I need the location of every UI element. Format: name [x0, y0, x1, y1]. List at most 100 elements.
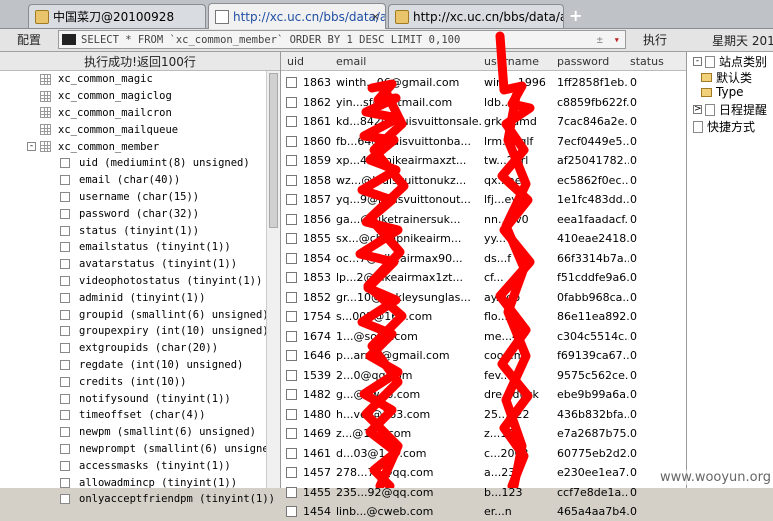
- table-row[interactable]: 1861 kd...842@louisvuittonsale... grk...am…: [281, 111, 686, 131]
- column-checkbox[interactable]: [60, 359, 70, 370]
- tree-table-item[interactable]: xc_common_magic: [0, 71, 266, 88]
- table-row[interactable]: 1863 winth...06@gmail.com wint...1996 1ff28…: [281, 72, 686, 92]
- column-checkbox[interactable]: [60, 443, 70, 454]
- column-checkbox[interactable]: [60, 393, 70, 404]
- header-username[interactable]: username: [484, 55, 539, 68]
- tree-column-item[interactable]: regdate (int(10) unsigned): [0, 357, 266, 374]
- tab-url-second[interactable]: http://xc.uc.cn/bbs/data/att...: [388, 4, 564, 28]
- row-checkbox[interactable]: [286, 389, 297, 400]
- tree-column-item[interactable]: groupexpiry (int(10) unsigned): [0, 323, 269, 340]
- tree-column-item[interactable]: allowadmincp (tinyint(1)): [0, 474, 266, 491]
- row-checkbox[interactable]: [286, 194, 297, 205]
- tree-table-item-expanded[interactable]: - xc_common_member: [0, 138, 266, 155]
- tab-caidao[interactable]: 中国菜刀@20100928: [28, 4, 206, 28]
- site-tree-item[interactable]: - 站点类别: [693, 53, 767, 70]
- header-email[interactable]: email: [336, 55, 366, 68]
- tree-column-item[interactable]: timeoffset (char(4)): [0, 407, 266, 424]
- site-tree-item[interactable]: > 日程提醒: [693, 101, 767, 118]
- row-checkbox[interactable]: [286, 408, 297, 420]
- row-checkbox[interactable]: [286, 96, 297, 108]
- tree-column-item[interactable]: password (char(32)): [0, 205, 266, 222]
- table-row[interactable]: 1855 sx...@cheapnikeairm... yy...v 410eae24…: [281, 228, 686, 248]
- row-checkbox[interactable]: [286, 330, 297, 342]
- row-checkbox[interactable]: [286, 369, 297, 381]
- table-row[interactable]: 1854 oc...7@nikeairmax90... ds...f 66f3314b…: [281, 248, 686, 268]
- tree-column-item[interactable]: extgroupids (char(20)): [0, 340, 266, 357]
- tree-column-item[interactable]: email (char(40)): [0, 172, 266, 189]
- row-checkbox[interactable]: [286, 428, 297, 439]
- config-button[interactable]: 配置: [2, 30, 56, 49]
- table-row[interactable]: 1856 ga...@niketrainersuk... nn...ov0 eea1f…: [281, 209, 686, 229]
- row-checkbox[interactable]: [286, 506, 297, 517]
- row-checkbox[interactable]: [286, 291, 297, 303]
- row-checkbox[interactable]: [286, 252, 297, 264]
- plus-minus-icon[interactable]: ±: [597, 34, 603, 46]
- column-checkbox[interactable]: [60, 376, 70, 387]
- row-checkbox[interactable]: [286, 311, 297, 322]
- row-checkbox[interactable]: [286, 467, 297, 478]
- table-row[interactable]: 1860 fb...64@louisvuittonba... lrm...aqlf 7…: [281, 131, 686, 151]
- header-status[interactable]: status: [630, 55, 664, 68]
- column-checkbox[interactable]: [60, 275, 70, 286]
- tree-column-item[interactable]: groupid (smallint(6) unsigned): [0, 306, 269, 323]
- table-row[interactable]: 1857 yq...9@louisvuittonout... lfj...ey 1e1…: [281, 189, 686, 209]
- table-row[interactable]: 1852 gr...10@oakleysunglas... ay...gb 0fabb…: [281, 287, 686, 307]
- column-checkbox[interactable]: [60, 191, 70, 202]
- table-row[interactable]: 1853 lp...2@nikeairmax1zt... cf... f51cddfe…: [281, 267, 686, 287]
- close-icon[interactable]: ×: [371, 10, 380, 23]
- row-checkbox[interactable]: [286, 272, 297, 283]
- tree-column-item[interactable]: username (char(15)): [0, 189, 266, 206]
- expand-icon[interactable]: >: [693, 105, 702, 114]
- table-row[interactable]: 1859 xp...43@nikeairmaxzt... tw...2hrl af25…: [281, 150, 686, 170]
- column-checkbox[interactable]: [60, 494, 70, 505]
- column-checkbox[interactable]: [60, 158, 70, 169]
- table-row[interactable]: 1461 d...03@126.com c...2003 60775eb2d2...0: [281, 443, 686, 463]
- table-row[interactable]: 1539 2...0@qq.com fev... 9575c562ce... 0: [281, 365, 686, 385]
- collapse-icon[interactable]: -: [27, 142, 36, 152]
- table-row[interactable]: 1754 s...002@163.com flo...n 86e11ea892... 0: [281, 306, 686, 326]
- column-checkbox[interactable]: [60, 259, 70, 270]
- table-row[interactable]: 1646 p...arms@gmail.com coo...mi f69139ca67…: [281, 345, 686, 365]
- tree-column-item[interactable]: adminid (tinyint(1)): [0, 289, 266, 306]
- row-checkbox[interactable]: [286, 155, 297, 166]
- chevron-down-icon[interactable]: ▾: [614, 34, 620, 46]
- tree-table-item[interactable]: xc_common_mailcron: [0, 105, 266, 122]
- tree-column-item[interactable]: avatarstatus (tinyint(1)): [0, 256, 266, 273]
- tree-table-item[interactable]: xc_common_magiclog: [0, 88, 266, 105]
- tree-column-item[interactable]: newpm (smallint(6) unsigned): [0, 424, 266, 441]
- column-checkbox[interactable]: [60, 225, 70, 236]
- tree-column-item[interactable]: status (tinyint(1)): [0, 222, 266, 239]
- tree-column-item[interactable]: notifysound (tinyint(1)): [0, 390, 266, 407]
- row-checkbox[interactable]: [286, 77, 297, 88]
- column-checkbox[interactable]: [60, 477, 70, 488]
- table-row[interactable]: 1858 wz...@louisvuittonukz... qx...aez ec58…: [281, 170, 686, 190]
- tree-column-item[interactable]: credits (int(10)): [0, 373, 266, 390]
- row-checkbox[interactable]: [286, 174, 297, 186]
- tree-column-item[interactable]: emailstatus (tinyint(1)): [0, 239, 266, 256]
- row-checkbox[interactable]: [286, 135, 297, 147]
- site-tree-item[interactable]: 快捷方式: [693, 118, 755, 135]
- column-checkbox[interactable]: [60, 410, 70, 421]
- column-checkbox[interactable]: [60, 175, 70, 186]
- tree-scrollbar[interactable]: [266, 71, 280, 488]
- row-checkbox[interactable]: [286, 116, 297, 127]
- tree-column-item[interactable]: accessmasks (tinyint(1)): [0, 457, 266, 474]
- row-checkbox[interactable]: [286, 233, 297, 244]
- table-row[interactable]: 1457 278...73@qq.com a...233 e230ee1ea7... 0: [281, 462, 686, 482]
- tree-column-item[interactable]: uid (mediumint(8) unsigned): [0, 155, 266, 172]
- site-tree-item[interactable]: 默认类: [701, 69, 752, 86]
- table-row[interactable]: 1480 h...ver@163.com 25...422 436b832bfa...…: [281, 404, 686, 424]
- table-row[interactable]: 1454 linb...@cweb.com er...n 465a4aa7b4... 0: [281, 501, 686, 521]
- sql-input[interactable]: SELECT * FROM `xc_common_member` ORDER B…: [58, 30, 626, 49]
- tab-url-active[interactable]: http://xc.uc.cn/bbs/data/att... ×: [208, 3, 386, 29]
- column-checkbox[interactable]: [60, 242, 70, 253]
- column-checkbox[interactable]: [60, 343, 70, 354]
- column-checkbox[interactable]: [60, 292, 70, 303]
- row-checkbox[interactable]: [286, 447, 297, 459]
- table-row[interactable]: 1482 g...@cweb.com dre...duck ebe9b99a6a...…: [281, 384, 686, 404]
- table-row[interactable]: 1469 z...@126.com z...123 e7a2687b75... 0: [281, 423, 686, 443]
- column-checkbox[interactable]: [60, 309, 70, 320]
- tree-column-item[interactable]: onlyacceptfriendpm (tinyint(1)): [0, 491, 275, 508]
- new-tab-button[interactable]: +: [569, 6, 582, 25]
- header-password[interactable]: password: [557, 55, 609, 68]
